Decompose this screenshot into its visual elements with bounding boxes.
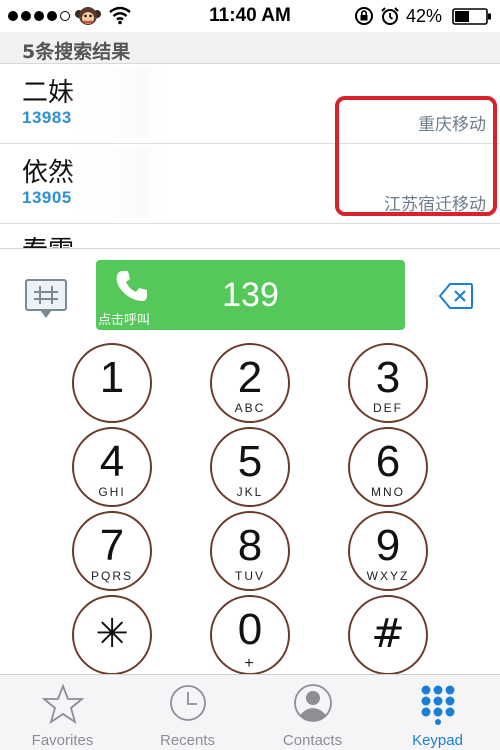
key-digit: 3 [375,353,401,402]
key-letters: WXYZ [366,569,410,583]
key-6[interactable]: 6 MNO [348,427,428,507]
tab-favorites[interactable]: Favorites [0,675,125,750]
contact-number: 13983 [22,108,72,127]
tab-bar: Favorites Recents Contacts Keypad [0,674,500,750]
status-bar: 11:40 AM 42% [0,0,500,32]
key-8[interactable]: 8 TUV [210,511,290,591]
tab-keypad[interactable]: Keypad [375,675,500,750]
search-results-header: 5条搜索结果 [0,32,500,64]
location-highlight-box [335,96,497,216]
key-letters: TUV [235,569,265,583]
alarm-icon [381,7,399,25]
redaction-blur [72,148,162,218]
key-letters: GHI [98,485,126,499]
key-letters: DEF [373,401,403,415]
key-digit: ✳ [95,611,129,657]
clock-icon [170,685,206,721]
key-letters: PQRS [90,569,133,583]
redaction-blur [72,68,162,138]
key-letters: + [244,655,256,672]
contact-number: 13905 [22,188,72,207]
key-0[interactable]: 0 + [210,595,290,675]
tab-recents[interactable]: Recents [125,675,250,750]
results-count-label: 5条搜索结果 [22,41,131,63]
battery-icon [452,8,491,25]
tab-label: Contacts [282,732,343,749]
key-digit: 0 [237,605,263,654]
key-digit: 7 [99,521,125,570]
key-2[interactable]: 2 ABC [210,343,290,423]
contact-name: 依然 [22,158,75,188]
key-hash[interactable]: # [348,595,428,675]
key-9[interactable]: 9 WXYZ [348,511,428,591]
key-star[interactable]: ✳ [72,595,152,675]
star-icon [42,683,84,725]
delete-icon[interactable] [438,282,474,310]
key-5[interactable]: 5 JKL [210,427,290,507]
tab-label: Favorites [31,732,94,749]
key-4[interactable]: 4 GHI [72,427,152,507]
tab-label: Keypad [412,732,463,749]
key-letters: ABC [234,401,266,415]
battery-percent: 42% [406,6,443,26]
key-digit: # [371,611,405,657]
call-button[interactable]: 点击呼叫 139 [96,260,405,330]
rotation-lock-icon [355,7,373,25]
key-digit: 6 [375,437,401,486]
key-letters: JKL [236,485,264,499]
contact-name: 二妹 [22,78,75,108]
key-1[interactable]: 1 [72,343,152,423]
key-digit: 9 [375,521,401,570]
key-digit: 8 [237,521,263,570]
key-3[interactable]: 3 DEF [348,343,428,423]
key-digit: 1 [99,353,125,402]
tab-label: Recents [159,732,216,749]
key-digit: 2 [237,353,263,402]
dialpad-toggle-icon[interactable] [24,276,70,322]
tab-contacts[interactable]: Contacts [250,675,375,750]
key-digit: 4 [99,437,125,486]
person-icon [294,684,332,722]
dialed-number: 139 [222,276,279,314]
key-letters: MNO [371,485,405,499]
key-digit: 5 [237,437,263,486]
keypad-icon [421,685,455,725]
key-7[interactable]: 7 PQRS [72,511,152,591]
partial-contact-name[interactable]: 春雷 [22,230,74,248]
